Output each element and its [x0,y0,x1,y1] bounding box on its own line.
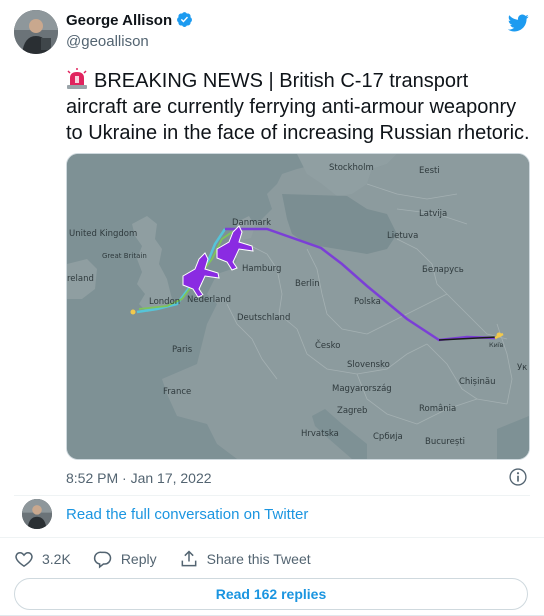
map-label-uk-partial: Ук [517,363,527,373]
author-handle[interactable]: @geoallison [66,33,149,50]
map-label-paris: Paris [172,345,193,355]
map-label-deutschland: Deutschland [237,313,290,323]
flight-map-image[interactable]: Stockholm Eesti United Kingdom Danmark L… [66,153,530,460]
map-label-united-kingdom: United Kingdom [69,229,137,239]
map-label-lietuva: Lietuva [387,231,418,241]
map-label-danmark: Danmark [232,218,271,228]
verified-badge-icon [177,12,193,27]
map-label-hamburg: Hamburg [242,264,281,274]
map-label-ireland: reland [67,274,94,284]
map-label-eesti: Eesti [419,166,440,176]
map-label-great-britain: Great Britain [102,252,147,260]
author-name[interactable]: George Allison [66,11,193,29]
map-label-romania: România [419,404,456,414]
map-label-stockholm: Stockholm [329,163,374,173]
share-icon [181,550,197,567]
map-label-cesko: Česko [315,339,340,351]
map-label-hrvatska: Hrvatska [301,429,339,439]
map-label-london: London [149,297,180,307]
map-label-france: France [163,387,191,397]
reply-bubble-icon [93,551,112,569]
divider [0,537,544,538]
info-icon[interactable] [508,467,528,487]
map-label-zagreb: Zagreb [337,406,367,416]
map-label-bucuresti: București [425,437,465,447]
tweet-timestamp[interactable]: 8:52 PM · Jan 17, 2022 [66,470,212,486]
heart-icon [15,551,33,567]
map-label-chisinau: Chișinău [459,377,495,387]
map-label-belarus: Беларусь [422,265,464,275]
thread-avatar[interactable] [22,499,52,529]
tweet-card: George Allison @geoallison BREAKING NEWS… [0,0,544,616]
map-label-polska: Polska [354,297,381,307]
reply-button[interactable]: Reply [93,549,157,569]
map-label-magyarorszag: Magyarország [332,384,392,394]
author-name-text[interactable]: George Allison [66,12,172,29]
read-replies-button[interactable]: Read 162 replies [14,578,528,610]
tweet-actions: 3.2K Reply Share this Tweet [14,548,333,570]
author-avatar[interactable] [14,10,58,54]
twitter-bird-icon[interactable] [506,12,530,34]
tweet-text-body: BREAKING NEWS | British C-17 transport a… [66,70,530,144]
map-label-berlin: Berlin [295,279,320,289]
share-button[interactable]: Share this Tweet [179,549,311,569]
rotating-light-emoji-icon [67,68,87,89]
map-label-kyiv: Київ [489,341,504,349]
map-label-latvija: Latvija [419,209,447,219]
read-conversation-link[interactable]: Read the full conversation on Twitter [66,506,308,523]
map-label-slovensko: Slovensko [347,360,390,370]
map-label-srbija: Србија [373,432,403,442]
divider [14,495,530,496]
map-label-nederland: Nederland [187,295,231,305]
share-label: Share this Tweet [206,551,311,567]
like-count: 3.2K [42,551,71,567]
reply-label: Reply [120,551,157,567]
like-button[interactable]: 3.2K [14,549,71,569]
tweet-text: BREAKING NEWS | British C-17 transport a… [66,68,530,146]
